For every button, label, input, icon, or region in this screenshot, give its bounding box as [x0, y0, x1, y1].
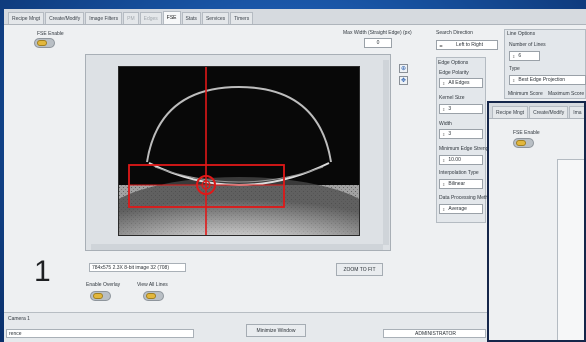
status-message: rence [6, 329, 194, 338]
width-input[interactable]: ⇕ 3 [439, 129, 483, 139]
zoom-tool-icon[interactable]: ⊕ [399, 64, 408, 73]
max-width-label: Max Width (Straight Edge) (px) [343, 30, 412, 36]
kernel-label: Kernel Size [439, 95, 465, 101]
kernel-input[interactable]: ⇕ 3 [439, 104, 483, 114]
camera-image[interactable] [118, 66, 360, 236]
spin-arrows-icon: ⇕ [512, 53, 516, 59]
minimize-window-button[interactable]: Minimize Window [246, 324, 306, 337]
spin-arrows-icon: ⇕ [442, 80, 446, 86]
enable-overlay-toggle[interactable] [90, 291, 111, 301]
num-lines-label: Number of Lines [509, 42, 546, 48]
tab-create-modify[interactable]: Create/Modify [45, 12, 85, 24]
spin-arrows-icon: ⇕ [442, 206, 446, 212]
toggle-knob [516, 140, 526, 146]
edge-options-title: Edge Options [438, 60, 469, 66]
min-strength-value: 10.00 [448, 157, 461, 163]
tab-recipe-mngt[interactable]: Recipe Mngt [8, 12, 45, 24]
view-all-lines-label: View All Lines [137, 282, 168, 288]
line-options-title: Line Options [507, 31, 536, 37]
secondary-tab-image[interactable]: Ima [569, 106, 584, 118]
secondary-image-viewer[interactable] [557, 159, 584, 340]
type-select[interactable]: ⇕ Best Edge Projection [509, 75, 586, 85]
tab-stats[interactable]: Stats [181, 12, 201, 24]
search-direction-select[interactable]: ◂▸ Left to Right [436, 40, 498, 50]
toggle-knob [37, 40, 47, 46]
secondary-window[interactable]: Recipe Mngt Create/Modify Ima FSE Enable [487, 101, 586, 342]
min-strength-input[interactable]: ⇕ 10.00 [439, 155, 483, 165]
max-score-label: Maximum Score [548, 91, 585, 97]
interp-select[interactable]: ⇕ Bilinear [439, 179, 483, 189]
polarity-select[interactable]: ⇕ All Edges [439, 78, 483, 88]
line-options-panel [504, 29, 586, 99]
vertical-scrollbar[interactable] [383, 60, 389, 245]
tab-timers[interactable]: Timers [230, 12, 254, 24]
secondary-fse-enable-toggle[interactable] [513, 138, 534, 148]
zoom-to-fit-button[interactable]: ZOOM TO FIT [336, 263, 383, 276]
polarity-value: All Edges [448, 80, 470, 86]
tab-image-filters[interactable]: Image Filters [85, 12, 123, 24]
processing-select[interactable]: ⇕ Average [439, 204, 483, 214]
image-info-readout: 784x575 2.3X 8-bit image 32 (708) [89, 263, 186, 272]
width-label: Width [439, 121, 452, 127]
search-direction-label: Search Direction [436, 30, 473, 36]
search-direction-value: Left to Right [456, 42, 483, 48]
min-score-label: Minimum Score [508, 91, 543, 97]
processing-value: Average [448, 206, 467, 212]
processing-label: Data Processing Method [439, 195, 494, 201]
type-value: Best Edge Projection [518, 77, 566, 83]
spin-arrows-icon: ⇕ [442, 157, 446, 163]
fse-enable-toggle[interactable] [34, 38, 55, 48]
secondary-tab-bar: Recipe Mngt Create/Modify Ima [489, 103, 584, 119]
tab-edges[interactable]: Edges [139, 12, 162, 24]
enable-overlay-label: Enable Overlay [86, 282, 121, 288]
pan-tool-icon[interactable]: ✥ [399, 76, 408, 85]
secondary-fse-enable-label: FSE Enable [513, 130, 540, 136]
spin-arrows-icon: ⇕ [442, 181, 446, 187]
kernel-value: 3 [448, 106, 452, 112]
view-all-lines-toggle[interactable] [143, 291, 164, 301]
toggle-knob [93, 293, 103, 299]
polarity-label: Edge Polarity [439, 70, 469, 76]
spin-arrows-icon: ⇕ [442, 131, 446, 137]
secondary-tab-recipe-mngt[interactable]: Recipe Mngt [492, 106, 529, 118]
tab-services[interactable]: Services [201, 12, 230, 24]
spin-arrows-icon: ⇕ [442, 106, 446, 112]
spin-arrows-icon: ⇕ [512, 77, 516, 83]
tab-fse[interactable]: FSE [162, 11, 181, 24]
num-lines-value: 6 [518, 53, 522, 59]
camera-number: 1 [34, 255, 51, 288]
interp-label: Interpolation Type [439, 170, 479, 176]
toggle-knob [146, 293, 156, 299]
user-role: ADMINISTRATOR [383, 329, 486, 338]
width-value: 3 [448, 131, 452, 137]
tab-bar: Recipe Mngt Create/Modify Image Filters … [4, 9, 586, 25]
secondary-tab-create-modify[interactable]: Create/Modify [529, 106, 569, 118]
camera-label: Camera 1 [8, 316, 30, 322]
interp-value: Bilinear [448, 181, 466, 187]
type-label: Type [509, 66, 520, 72]
horizontal-scrollbar[interactable] [91, 244, 383, 250]
spin-arrows-icon: ◂▸ [439, 42, 444, 48]
max-width-input[interactable]: 0 [364, 38, 392, 48]
tab-pm[interactable]: PM [123, 12, 139, 24]
fse-enable-label: FSE Enable [37, 31, 64, 37]
num-lines-input[interactable]: ⇕ 6 [509, 51, 540, 61]
camera-image-canvas [119, 67, 359, 235]
min-strength-label: Minimum Edge Strength [439, 146, 493, 152]
